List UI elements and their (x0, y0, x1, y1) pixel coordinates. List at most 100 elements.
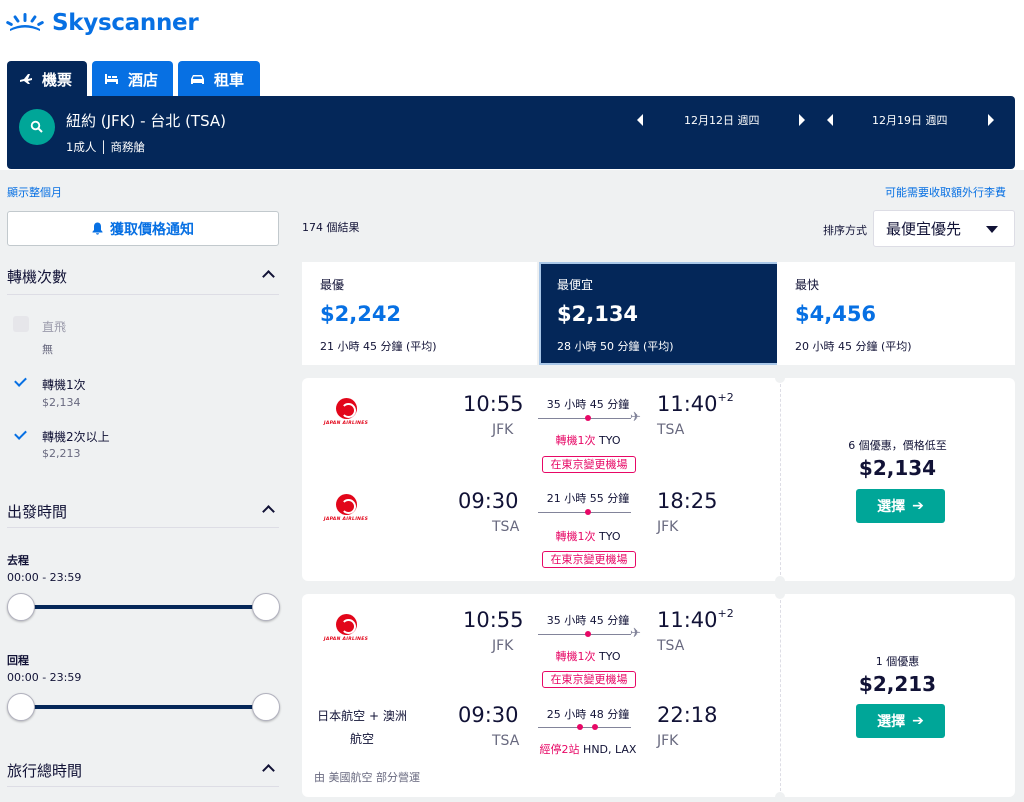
brand-name: Skyscanner (52, 10, 199, 36)
plane-icon (20, 74, 32, 84)
plane-icon: ✈ (630, 410, 641, 425)
flight-result-card[interactable]: JAPAN AIRLINES 10:55 JFK 35 小時 45 分鐘 ✈ 轉… (302, 373, 1015, 586)
sun-icon (6, 13, 44, 31)
summary-fastest[interactable]: 最快 $4,456 20 小時 45 分鐘 (平均) (777, 262, 1015, 365)
leg-stops: 經停2站 HND, LAX (538, 741, 638, 757)
tab-car-hire[interactable]: 租車 (178, 61, 260, 97)
outbound-min-thumb[interactable] (7, 593, 35, 621)
checkbox-one-stop[interactable] (13, 374, 29, 390)
flight-result-card[interactable]: JAPAN AIRLINES 10:55 JFK 35 小時 45 分鐘 ✈ 轉… (302, 589, 1015, 802)
outbound-slider-track[interactable] (21, 605, 266, 609)
summary-price: $2,242 (320, 302, 402, 326)
outbound-max-thumb[interactable] (252, 593, 280, 621)
outbound-label: 去程 (7, 554, 29, 567)
card-price: $2,213 (858, 672, 937, 696)
stops-via: TYO (595, 530, 621, 543)
return-label: 回程 (7, 654, 29, 667)
route-line (538, 727, 631, 728)
results-count: 174 個結果 (302, 221, 360, 234)
route-text[interactable]: 紐約 (JFK) - 台北 (TSA) (66, 110, 226, 131)
sort-label: 排序方式 (823, 224, 867, 237)
depart-date[interactable]: 12月12日 週四 (684, 112, 760, 128)
price-alert-button[interactable]: 獲取價格通知 (7, 211, 279, 246)
collapse-duration-icon[interactable] (262, 764, 275, 777)
leg-stops: 轉機1次 TYO (538, 432, 638, 448)
summary-duration: 21 小時 45 分鐘 (平均) (320, 340, 437, 353)
collapse-departure-icon[interactable] (262, 505, 275, 518)
search-button[interactable] (19, 109, 55, 145)
sort-dropdown[interactable]: 最便宜優先 (873, 210, 1015, 247)
day-offset: +2 (717, 391, 734, 404)
arrow-right-icon: ➔ (912, 498, 924, 514)
leg-duration: 35 小時 45 分鐘 (546, 614, 630, 627)
depart-airport: JFK (492, 638, 514, 654)
next-depart-date-icon[interactable] (799, 114, 805, 126)
whole-month-link[interactable]: 顯示整個月 (7, 184, 62, 200)
divider (7, 527, 279, 528)
arrow-right-icon: ➔ (912, 713, 924, 729)
price-alert-label: 獲取價格通知 (110, 221, 194, 238)
arrive-time: 11:40+2 (657, 607, 734, 632)
search-summary-bar[interactable]: 紐約 (JFK) - 台北 (TSA) 1成人 │ 商務艙 12月12日 週四 … (7, 96, 1015, 169)
stop-dot (585, 631, 591, 637)
return-range: 00:00 - 23:59 (7, 671, 82, 684)
prev-depart-date-icon[interactable] (637, 114, 643, 126)
baggage-fee-link[interactable]: 可能需要收取額外行李費 (885, 184, 1006, 200)
return-min-thumb[interactable] (7, 693, 35, 721)
stops-option-label[interactable]: 轉機2次以上 (42, 428, 110, 445)
passenger-cabin[interactable]: 1成人 │ 商務艙 (66, 139, 145, 155)
skyscanner-logo[interactable]: Skyscanner (6, 8, 199, 38)
airline-logo-text: JAPAN AIRLINES (323, 637, 369, 642)
arrive-time: 11:40+2 (657, 391, 734, 416)
summary-cheapest[interactable]: 最便宜 $2,134 28 小時 50 分鐘 (平均) (539, 262, 779, 365)
operated-by-note: 由 美國航空 部分營運 (314, 771, 420, 784)
depart-time: 10:55 (463, 608, 524, 632)
divider (7, 786, 279, 787)
arrive-time-value: 11:40 (657, 392, 718, 416)
return-max-thumb[interactable] (252, 693, 280, 721)
summary-label: 最優 (320, 278, 345, 292)
stop-dot (577, 724, 583, 730)
duration-filter-title[interactable]: 旅行總時間 (7, 760, 82, 781)
stops-filter-title[interactable]: 轉機次數 (7, 266, 67, 287)
select-button[interactable]: 選擇 ➔ (856, 704, 945, 738)
stop-dot (592, 724, 598, 730)
arrive-time: 22:18 (657, 703, 718, 727)
checkbox-two-plus-stops[interactable] (13, 427, 29, 443)
summary-best[interactable]: 最優 $2,242 21 小時 45 分鐘 (平均) (302, 262, 537, 365)
airline-logo: JAPAN AIRLINES (320, 614, 372, 642)
select-label: 選擇 (877, 714, 906, 730)
jal-crane-icon (335, 398, 357, 419)
tab-hotels[interactable]: 酒店 (92, 61, 173, 97)
prev-return-date-icon[interactable] (827, 114, 833, 126)
depart-time: 10:55 (463, 392, 524, 416)
summary-duration: 20 小時 45 分鐘 (平均) (795, 340, 912, 353)
departure-filter-title[interactable]: 出發時間 (7, 501, 67, 522)
carrier-name: 日本航空 + 澳洲航空 (317, 709, 407, 746)
tab-flights[interactable]: 機票 (7, 61, 87, 97)
car-icon (191, 74, 204, 84)
tab-label: 機票 (42, 70, 73, 89)
select-button[interactable]: 選擇 ➔ (856, 489, 945, 523)
leg-duration: 21 小時 55 分鐘 (546, 492, 630, 505)
airline-logo-text: JAPAN AIRLINES (323, 517, 369, 522)
stops-option-label: 直飛 (42, 320, 67, 334)
stops-via: TYO (595, 434, 621, 447)
stop-dot (585, 415, 591, 421)
return-date[interactable]: 12月19日 週四 (872, 112, 948, 128)
ticket-notch (775, 576, 785, 586)
airline-logo: JAPAN AIRLINES (320, 398, 372, 426)
summary-duration: 28 小時 50 分鐘 (平均) (557, 340, 674, 353)
stops-via: TYO (595, 650, 621, 663)
ticket-notch (775, 792, 785, 802)
card-price: $2,134 (858, 456, 937, 480)
return-slider-track[interactable] (21, 705, 266, 709)
stops-option-label[interactable]: 轉機1次 (42, 376, 86, 393)
arrive-airport: TSA (657, 422, 685, 438)
next-return-date-icon[interactable] (988, 114, 994, 126)
deals-count: 6 個優惠，價格低至 (848, 439, 947, 452)
arrive-airport: TSA (657, 638, 685, 654)
stops-count: 經停2站 (539, 743, 580, 756)
collapse-stops-icon[interactable] (262, 270, 275, 283)
outbound-leg: JAPAN AIRLINES 10:55 JFK 35 小時 45 分鐘 ✈ 轉… (302, 594, 780, 689)
